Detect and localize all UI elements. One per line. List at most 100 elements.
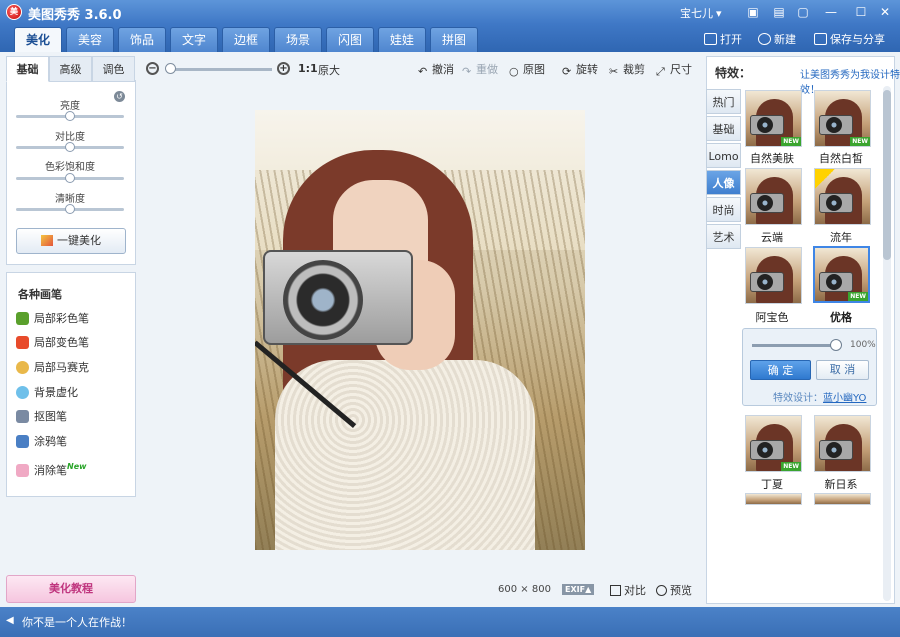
- resize-icon: ⤢: [656, 65, 665, 78]
- effect-label: 自然白皙: [819, 152, 863, 165]
- minimize-button[interactable]: —: [822, 3, 840, 21]
- category-fashion[interactable]: 时尚: [706, 197, 741, 222]
- redo-button[interactable]: ↷ 重做: [462, 61, 498, 78]
- new-button[interactable]: 新建: [758, 31, 796, 47]
- user-menu[interactable]: 宝七儿: [680, 5, 722, 21]
- rotate-label: 旋转: [576, 63, 598, 76]
- menu-icon[interactable]: ▢: [794, 3, 812, 21]
- zoom-out-icon[interactable]: −: [146, 62, 159, 75]
- effect-thumb[interactable]: NEW: [814, 90, 871, 147]
- effect-thumb[interactable]: NEW: [745, 90, 802, 147]
- brightness-thumb[interactable]: [65, 111, 75, 121]
- effect-designer: 特效设计：蓝小幽YO: [773, 389, 866, 404]
- original-size-button[interactable]: 原大: [318, 62, 340, 78]
- brush-color[interactable]: 局部彩色笔: [16, 310, 131, 328]
- image-height: 800: [531, 584, 551, 595]
- tab-color-tune[interactable]: 调色: [92, 56, 135, 82]
- eraser-brush-icon: [16, 464, 29, 477]
- effect-thumb[interactable]: [745, 168, 802, 225]
- maximize-button[interactable]: ☐: [852, 3, 870, 21]
- cancel-button[interactable]: 取 消: [816, 360, 869, 380]
- effects-scroll-thumb[interactable]: [883, 90, 891, 260]
- new-badge: NEW: [781, 462, 801, 471]
- one-key-beautify-button[interactable]: 一键美化: [16, 228, 126, 254]
- effect-thumb-selected[interactable]: NEW: [813, 246, 870, 303]
- tab-frame[interactable]: 边框: [222, 27, 270, 52]
- category-lomo[interactable]: Lomo: [706, 143, 741, 168]
- brush-blur-bg[interactable]: 背景虚化: [16, 384, 131, 402]
- preview-icon: [656, 585, 667, 596]
- crop-button[interactable]: ✂ 裁剪: [609, 61, 645, 78]
- tab-advanced[interactable]: 高级: [49, 56, 92, 82]
- compare-label: 对比: [624, 584, 646, 597]
- original-image-button[interactable]: ○ 原图: [509, 61, 545, 78]
- sharpness-thumb[interactable]: [65, 204, 75, 214]
- effect-thumb[interactable]: [814, 168, 871, 225]
- designer-link[interactable]: 蓝小幽YO: [823, 393, 866, 404]
- brush-label: 背景虚化: [34, 386, 78, 399]
- undo-icon: ↶: [418, 65, 428, 78]
- tab-scene[interactable]: 场景: [274, 27, 322, 52]
- save-share-button[interactable]: 保存与分享: [814, 31, 885, 47]
- save-label: 保存与分享: [830, 33, 885, 46]
- effect-intensity-thumb[interactable]: [830, 339, 842, 351]
- brush-mosaic[interactable]: 局部马赛克: [16, 359, 131, 377]
- color-brush-icon: [16, 312, 29, 325]
- tab-doll[interactable]: 娃娃: [378, 27, 426, 52]
- close-button[interactable]: ✕: [876, 3, 894, 21]
- compare-button[interactable]: 对比: [610, 582, 646, 598]
- skin-icon[interactable]: ▤: [770, 3, 788, 21]
- resize-button[interactable]: ⤢ 尺寸: [656, 61, 692, 78]
- beautify-tutorial-button[interactable]: 美化教程: [6, 575, 136, 603]
- zoom-in-icon[interactable]: +: [277, 62, 290, 75]
- open-button[interactable]: 打开: [704, 31, 742, 47]
- effect-thumb[interactable]: [814, 415, 871, 472]
- effect-label: 自然美肤: [750, 152, 794, 165]
- tab-accessories[interactable]: 饰品: [118, 27, 166, 52]
- brush-label: 局部彩色笔: [34, 312, 89, 325]
- effect-thumb[interactable]: NEW: [745, 415, 802, 472]
- brush-label: 局部变色笔: [34, 336, 89, 349]
- saturation-thumb[interactable]: [65, 173, 75, 183]
- brightness-label: 亮度: [60, 101, 80, 112]
- effect-intensity-slider[interactable]: [752, 344, 838, 347]
- preview-button[interactable]: 预览: [656, 582, 692, 598]
- rotate-button[interactable]: ⟳ 旋转: [562, 61, 598, 78]
- screenshot-icon[interactable]: ▣: [744, 3, 762, 21]
- ratio-1-1-button[interactable]: 1:1: [298, 62, 318, 75]
- photo-canvas[interactable]: [255, 110, 585, 550]
- brush-doodle[interactable]: 涂鸦笔: [16, 433, 131, 451]
- recolor-brush-icon: [16, 336, 29, 349]
- category-art[interactable]: 艺术: [706, 224, 741, 249]
- contrast-thumb[interactable]: [65, 142, 75, 152]
- brush-label: 涂鸦笔: [34, 435, 67, 448]
- confirm-button[interactable]: 确 定: [750, 360, 811, 380]
- brush-eraser[interactable]: 消除笔New: [16, 458, 131, 477]
- tab-beautify[interactable]: 美化: [14, 27, 62, 53]
- category-basic[interactable]: 基础: [706, 116, 741, 141]
- effect-thumb[interactable]: [814, 493, 871, 505]
- brushes-title: 各种画笔: [18, 288, 62, 301]
- exif-button[interactable]: EXIF▲: [562, 584, 595, 595]
- category-hot[interactable]: 热门: [706, 89, 741, 114]
- zoom-slider[interactable]: [168, 68, 272, 71]
- tab-flash[interactable]: 闪图: [326, 27, 374, 52]
- effect-thumb[interactable]: [745, 493, 802, 505]
- tab-basic[interactable]: 基础: [6, 56, 49, 82]
- effect-label: 云端: [761, 231, 783, 244]
- one-key-label: 一键美化: [57, 234, 101, 247]
- category-portrait[interactable]: 人像: [706, 170, 741, 195]
- effect-label: 新日系: [824, 478, 858, 491]
- brush-recolor[interactable]: 局部变色笔: [16, 334, 131, 352]
- speaker-icon[interactable]: ◀: [6, 616, 16, 626]
- tab-face[interactable]: 美容: [66, 27, 114, 52]
- effect-thumb[interactable]: [745, 247, 802, 304]
- compare-icon: [610, 585, 621, 596]
- tab-collage[interactable]: 拼图: [430, 27, 478, 52]
- undo-button[interactable]: ↶ 撤消: [418, 61, 454, 78]
- contrast-label: 对比度: [55, 132, 85, 143]
- zoom-thumb[interactable]: [165, 63, 176, 74]
- tab-text[interactable]: 文字: [170, 27, 218, 52]
- plus-icon: [758, 33, 771, 45]
- brush-cutout[interactable]: 抠图笔: [16, 408, 131, 426]
